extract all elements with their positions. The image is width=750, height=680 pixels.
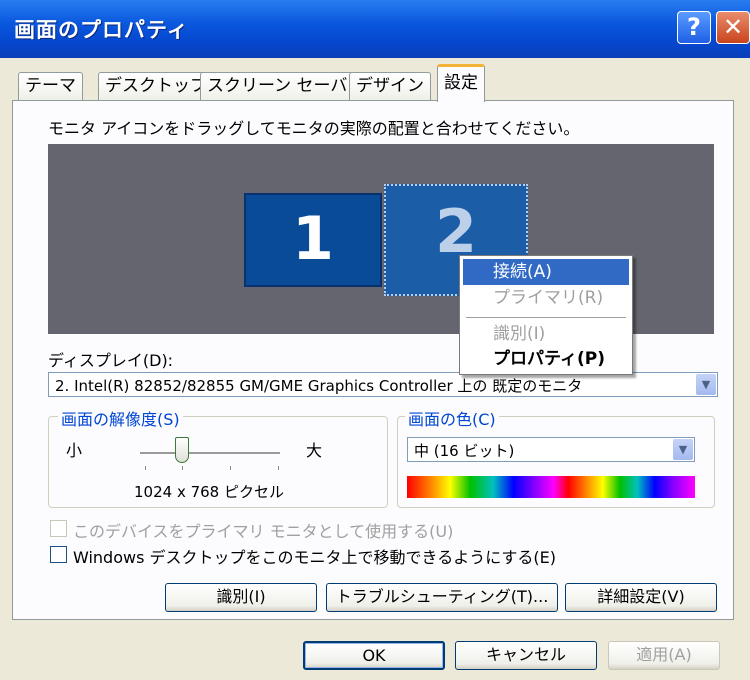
- resolution-max-label: 大: [306, 441, 323, 460]
- color-quality-value: 中 (16 ビット): [414, 442, 515, 460]
- help-icon: ?: [687, 13, 701, 41]
- advanced-button[interactable]: 詳細設定(V): [565, 583, 717, 612]
- tab-desktop[interactable]: デスクトップ: [98, 72, 214, 100]
- slider-tick: [145, 466, 146, 470]
- tab-appearance[interactable]: デザイン: [349, 72, 431, 100]
- slider-tick: [278, 466, 279, 470]
- tab-screensaver[interactable]: スクリーン セーバー: [200, 72, 372, 100]
- menu-item-primary[interactable]: プライマリ(R): [463, 285, 629, 311]
- display-properties-dialog: 画面のプロパティ ? ✕ テーマ デスクトップ スクリーン セーバー デザイン …: [0, 0, 750, 680]
- menu-separator: [466, 317, 626, 318]
- chevron-down-icon[interactable]: ▼: [696, 374, 716, 395]
- resolution-slider-thumb[interactable]: [175, 437, 189, 463]
- display-label: ディスプレイ(D):: [48, 351, 174, 370]
- close-icon: ✕: [722, 13, 744, 41]
- troubleshoot-button[interactable]: トラブルシューティング(T)...: [326, 583, 558, 612]
- title-bar[interactable]: 画面のプロパティ ? ✕: [0, 0, 750, 58]
- monitor-1[interactable]: 1: [244, 193, 382, 287]
- apply-button[interactable]: 適用(A): [608, 641, 720, 670]
- menu-item-attach[interactable]: 接続(A): [463, 259, 629, 285]
- primary-monitor-checkbox-label: このデバイスをプライマリ モニタとして使用する(U): [73, 522, 454, 541]
- display-value: 2. Intel(R) 82852/82855 GM/GME Graphics …: [55, 377, 583, 395]
- color-preview-bar: [407, 476, 695, 498]
- extend-desktop-checkbox-label: Windows デスクトップをこのモニタ上で移動できるようにする(E): [73, 548, 556, 567]
- resolution-group-title: 画面の解像度(S): [58, 406, 183, 430]
- identify-button[interactable]: 識別(I): [165, 583, 317, 612]
- color-quality-dropdown[interactable]: 中 (16 ビット) ▼: [407, 437, 695, 462]
- help-button[interactable]: ?: [677, 11, 711, 44]
- extend-desktop-checkbox[interactable]: [50, 546, 67, 563]
- resolution-slider-track[interactable]: [140, 452, 280, 455]
- chevron-down-icon[interactable]: ▼: [673, 439, 693, 460]
- tab-theme[interactable]: テーマ: [18, 72, 83, 100]
- slider-tick: [230, 466, 231, 470]
- menu-item-properties[interactable]: プロパティ(P): [463, 346, 629, 372]
- menu-item-identify[interactable]: 識別(I): [463, 321, 629, 347]
- color-group-title: 画面の色(C): [405, 406, 499, 430]
- cancel-button[interactable]: キャンセル: [455, 641, 597, 670]
- instruction-text: モニタ アイコンをドラッグしてモニタの実際の配置と合わせてください。: [48, 119, 580, 138]
- context-menu: 接続(A) プライマリ(R) 識別(I) プロパティ(P): [459, 255, 633, 375]
- resolution-value: 1024 x 768 ピクセル: [134, 483, 284, 501]
- resolution-min-label: 小: [66, 441, 83, 460]
- tab-settings[interactable]: 設定: [437, 64, 485, 102]
- close-button[interactable]: ✕: [716, 11, 750, 44]
- ok-button[interactable]: OK: [303, 641, 445, 670]
- slider-tick: [182, 466, 183, 470]
- window-title: 画面のプロパティ: [14, 18, 189, 42]
- display-dropdown[interactable]: 2. Intel(R) 82852/82855 GM/GME Graphics …: [48, 372, 718, 397]
- primary-monitor-checkbox[interactable]: [50, 520, 67, 537]
